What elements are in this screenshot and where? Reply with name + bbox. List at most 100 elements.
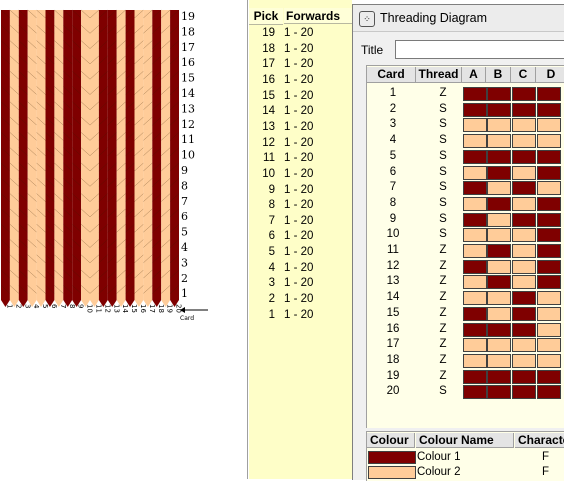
- pick-row[interactable]: 9 1 - 20: [249, 183, 352, 199]
- hole-cell-b[interactable]: [487, 165, 511, 180]
- hole-cell-c[interactable]: [512, 306, 536, 321]
- hole-cell-a[interactable]: [463, 165, 487, 180]
- hole-cell-d[interactable]: [537, 306, 561, 321]
- hole-cell-a[interactable]: [463, 228, 487, 243]
- card-row[interactable]: 4S: [367, 133, 564, 149]
- hole-cell-c[interactable]: [512, 338, 536, 353]
- hole-cell-c[interactable]: [512, 322, 536, 337]
- hole-cell-d[interactable]: [537, 228, 561, 243]
- card-header[interactable]: Card: [367, 67, 416, 83]
- pick-row[interactable]: 19 1 - 20: [249, 26, 352, 42]
- hole-cell-c[interactable]: [512, 369, 536, 384]
- hole-b-header[interactable]: B: [486, 67, 511, 83]
- hole-cell-a[interactable]: [463, 244, 487, 258]
- hole-cell-d[interactable]: [537, 291, 561, 306]
- character-header[interactable]: Characte: [515, 433, 564, 448]
- hole-cell-c[interactable]: [512, 118, 536, 133]
- hole-cell-b[interactable]: [487, 369, 511, 384]
- pick-row[interactable]: 3 1 - 20: [249, 276, 352, 292]
- thread-direction[interactable]: S: [431, 384, 455, 399]
- hole-cell-b[interactable]: [487, 134, 511, 149]
- hole-cell-b[interactable]: [487, 385, 511, 400]
- hole-cell-c[interactable]: [512, 259, 536, 274]
- hole-cell-b[interactable]: [487, 291, 511, 306]
- hole-cell-d[interactable]: [537, 338, 561, 353]
- hole-cell-d[interactable]: [537, 212, 561, 227]
- thread-direction[interactable]: Z: [431, 274, 455, 289]
- thread-direction[interactable]: Z: [431, 322, 455, 337]
- hole-cell-b[interactable]: [487, 322, 511, 337]
- thread-direction[interactable]: Z: [431, 86, 455, 101]
- hole-cell-a[interactable]: [463, 212, 487, 227]
- pick-row[interactable]: 8 1 - 20: [249, 198, 352, 214]
- pick-row[interactable]: 11 1 - 20: [249, 151, 352, 167]
- hole-cell-d[interactable]: [537, 118, 561, 133]
- hole-cell-c[interactable]: [512, 181, 536, 196]
- hole-cell-b[interactable]: [487, 353, 511, 368]
- hole-cell-c[interactable]: [512, 196, 536, 211]
- hole-cell-b[interactable]: [487, 212, 511, 227]
- pick-row[interactable]: 7 1 - 20: [249, 214, 352, 230]
- hole-cell-d[interactable]: [537, 165, 561, 180]
- hole-cell-c[interactable]: [512, 134, 536, 149]
- hole-cell-a[interactable]: [463, 196, 487, 211]
- hole-cell-d[interactable]: [537, 275, 561, 290]
- hole-cell-d[interactable]: [537, 369, 561, 384]
- thread-direction[interactable]: S: [431, 196, 455, 211]
- card-row[interactable]: 3S: [367, 117, 564, 133]
- pick-row[interactable]: 16 1 - 20: [249, 73, 352, 89]
- hole-cell-b[interactable]: [487, 338, 511, 353]
- pick-row[interactable]: 13 1 - 20: [249, 120, 352, 136]
- thread-direction[interactable]: S: [431, 227, 455, 242]
- thread-direction[interactable]: Z: [431, 290, 455, 305]
- card-row[interactable]: 19 Z: [367, 369, 564, 385]
- pick-list[interactable]: Pick Forwards 19 1 - 20 18 1 - 20 17 1 - 20 16…: [249, 0, 352, 479]
- card-row[interactable]: 18 Z: [367, 353, 564, 369]
- colour-row[interactable]: Colour 2 F: [367, 465, 564, 480]
- thread-direction[interactable]: Z: [431, 243, 455, 258]
- hole-cell-a[interactable]: [463, 181, 487, 196]
- hole-cell-a[interactable]: [463, 102, 487, 117]
- hole-cell-d[interactable]: [537, 134, 561, 149]
- pick-row[interactable]: 10 1 - 20: [249, 167, 352, 183]
- hole-cell-b[interactable]: [487, 306, 511, 321]
- hole-d-header[interactable]: D: [536, 67, 564, 83]
- thread-direction[interactable]: Z: [431, 337, 455, 352]
- hole-cell-c[interactable]: [512, 385, 536, 400]
- hole-cell-d[interactable]: [537, 196, 561, 211]
- thread-direction[interactable]: S: [431, 180, 455, 195]
- card-row[interactable]: 2S: [367, 102, 564, 118]
- hole-cell-a[interactable]: [463, 322, 487, 337]
- hole-cell-c[interactable]: [512, 353, 536, 368]
- thread-direction[interactable]: S: [431, 149, 455, 164]
- colour-swatch[interactable]: [368, 466, 416, 479]
- hole-cell-c[interactable]: [512, 212, 536, 227]
- card-row[interactable]: 11 Z: [367, 243, 564, 259]
- title-input[interactable]: [395, 40, 564, 59]
- thread-direction[interactable]: S: [431, 117, 455, 132]
- pick-row[interactable]: 17 1 - 20: [249, 57, 352, 73]
- hole-cell-d[interactable]: [537, 385, 561, 400]
- hole-cell-b[interactable]: [487, 259, 511, 274]
- card-row[interactable]: 20 S: [367, 384, 564, 400]
- hole-cell-a[interactable]: [463, 353, 487, 368]
- hole-cell-a[interactable]: [463, 87, 487, 101]
- colour-row[interactable]: Colour 1 F: [367, 450, 564, 465]
- hole-cell-c[interactable]: [512, 165, 536, 180]
- hole-cell-a[interactable]: [463, 259, 487, 274]
- pick-row[interactable]: 4 1 - 20: [249, 261, 352, 277]
- hole-cell-b[interactable]: [487, 149, 511, 164]
- hole-a-header[interactable]: A: [462, 67, 486, 83]
- hole-cell-c[interactable]: [512, 275, 536, 290]
- hole-cell-c[interactable]: [512, 291, 536, 306]
- thread-direction[interactable]: S: [431, 212, 455, 227]
- pick-row[interactable]: 18 1 - 20: [249, 42, 352, 58]
- hole-cell-a[interactable]: [463, 149, 487, 164]
- card-row[interactable]: 1Z: [367, 86, 564, 102]
- hole-cell-d[interactable]: [537, 353, 561, 368]
- thread-direction[interactable]: Z: [431, 369, 455, 384]
- direction-header[interactable]: Forwards: [284, 8, 352, 24]
- threading-grid[interactable]: Card Thread A B C D 1 Z 2 S 3 S 4 S 5 S 6 S 7 S 8 S 9 S 10…: [366, 65, 564, 428]
- hole-cell-a[interactable]: [463, 306, 487, 321]
- pick-row[interactable]: 12 1 - 20: [249, 136, 352, 152]
